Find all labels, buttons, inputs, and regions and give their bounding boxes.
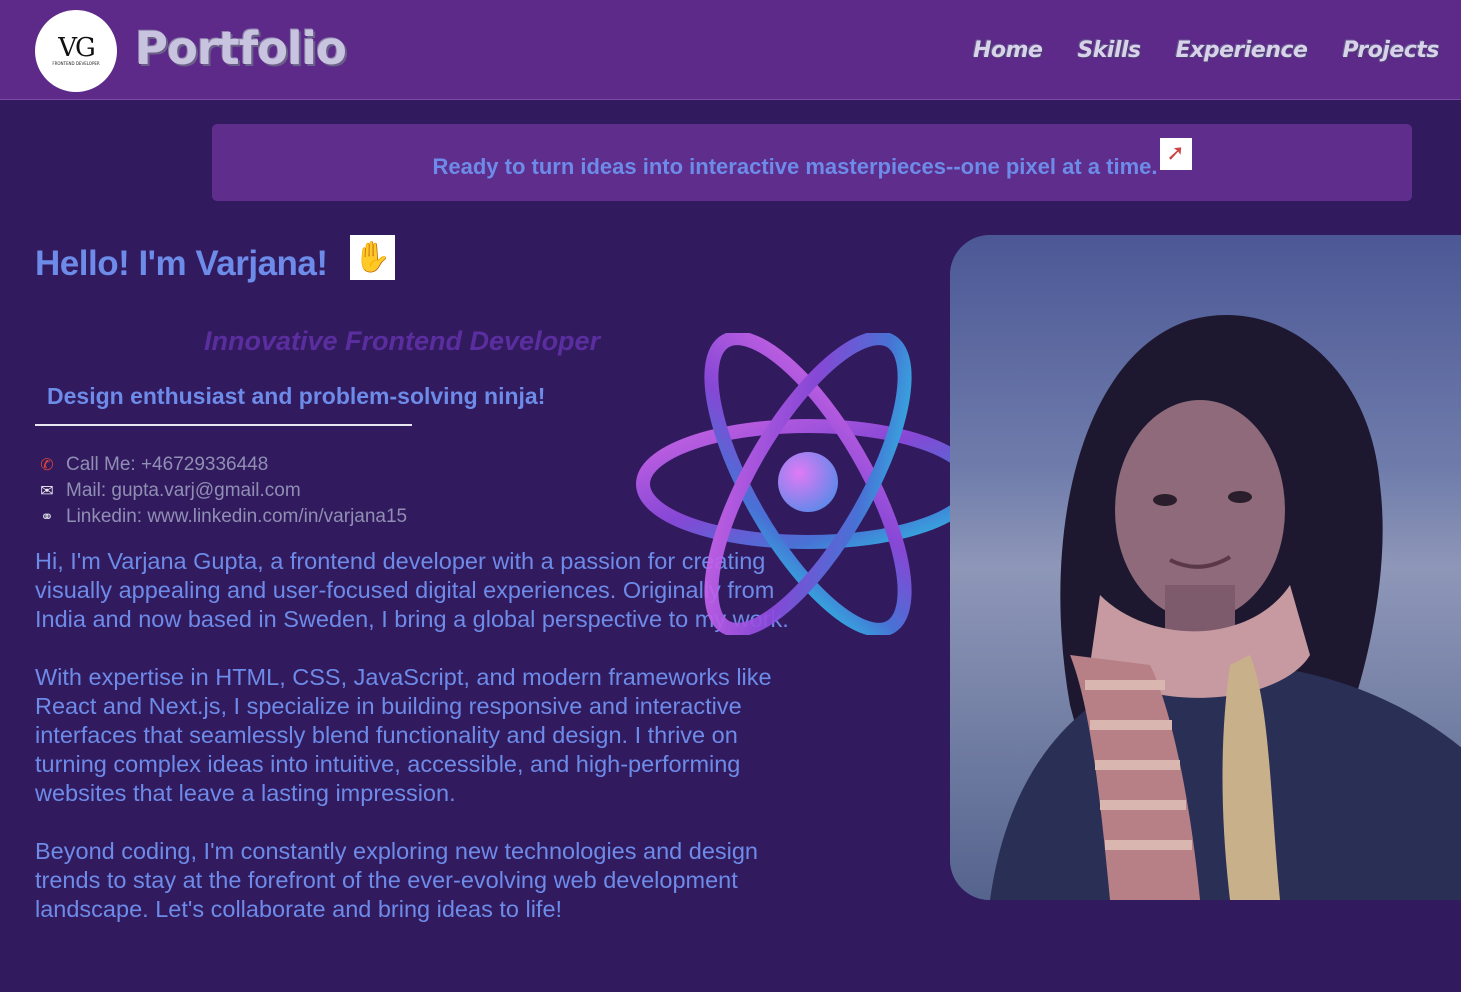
site-logo[interactable]: VG FRONTEND DEVELOPER [35, 10, 117, 92]
contact-phone[interactable]: ✆ Call Me: +46729336448 [36, 452, 407, 478]
contact-mail[interactable]: ✉ Mail: gupta.varj@gmail.com [36, 478, 407, 504]
banner-text: Ready to turn ideas into interactive mas… [432, 153, 1158, 179]
brand-title: Portfolio [135, 22, 347, 75]
nav-home[interactable]: Home [973, 38, 1043, 63]
mail-icon: ✉ [40, 483, 54, 500]
logo-monogram: VG [58, 33, 96, 63]
main-nav: Home Skills Experience Projects [973, 38, 1439, 63]
about-paragraph: Beyond coding, I'm constantly exploring … [35, 838, 759, 922]
logo-subtitle: FRONTEND DEVELOPER [52, 61, 100, 66]
contact-linkedin[interactable]: ⚭ Linkedin: www.linkedin.com/in/varjana1… [36, 504, 407, 530]
contact-linkedin-label: Linkedin: www.linkedin.com/in/varjana15 [66, 506, 408, 527]
greeting-heading: Hello! I'm Varjana! [35, 244, 328, 283]
about-paragraph: With expertise in HTML, CSS, JavaScript,… [35, 664, 772, 806]
profile-photo-illustration [950, 235, 1461, 900]
react-logo-icon [636, 333, 980, 635]
divider [35, 424, 412, 426]
header-bar: VG FRONTEND DEVELOPER Portfolio Home Ski… [0, 0, 1461, 100]
contact-phone-label: Call Me: +46729336448 [66, 454, 269, 475]
rocket-icon: ➚ [1159, 137, 1192, 170]
role-title: Innovative Frontend Developer [204, 326, 601, 356]
phone-icon: ✆ [40, 457, 54, 474]
announcement-banner: Ready to turn ideas into interactive mas… [212, 124, 1412, 201]
waving-hand-icon: ✋ [350, 235, 395, 280]
contact-list: ✆ Call Me: +46729336448 ✉ Mail: gupta.va… [36, 452, 407, 530]
nav-skills[interactable]: Skills [1077, 38, 1141, 63]
nav-experience[interactable]: Experience [1176, 38, 1308, 63]
contact-mail-label: Mail: gupta.varj@gmail.com [66, 480, 301, 501]
profile-photo [950, 235, 1461, 900]
nav-projects[interactable]: Projects [1342, 38, 1439, 63]
link-icon: ⚭ [40, 509, 54, 526]
tagline: Design enthusiast and problem-solving ni… [47, 383, 546, 409]
